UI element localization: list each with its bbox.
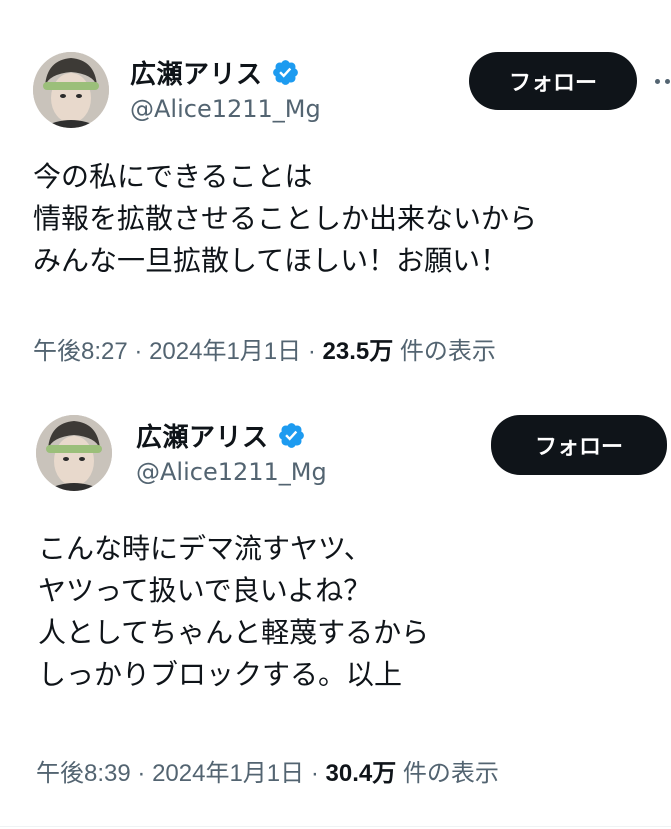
verified-badge-icon — [272, 60, 298, 85]
divider — [0, 826, 671, 827]
author-name-row[interactable]: 広瀬アリス — [130, 54, 300, 91]
tweet-1: 広瀬アリス @Alice1211_Mg フォロー 今の私にできることは 情報を拡… — [0, 0, 671, 380]
tweet-text-line: こんな時にデマ流すヤツ、 — [38, 532, 372, 565]
tweet-date[interactable]: 2024年1月1日 — [152, 760, 304, 787]
tweet-2: 広瀬アリス @Alice1211_Mg フォロー こんな時にデマ流すヤツ、 ヤツ… — [0, 400, 671, 820]
author-name-row[interactable]: 広瀬アリス — [136, 417, 306, 454]
tweet-meta: 午後8:39 · 2024年1月1日 · 30.4万 件の表示 — [36, 753, 499, 788]
author-avatar[interactable] — [36, 415, 112, 491]
tweet-text: 今の私にできることは 情報を拡散させることしか出来ないから みんな一旦拡散してほ… — [33, 156, 537, 282]
author-handle[interactable]: @Alice1211_Mg — [130, 95, 321, 123]
more-options-icon[interactable] — [655, 79, 671, 84]
verified-badge-icon — [278, 423, 304, 448]
view-count[interactable]: 23.5万 — [323, 338, 394, 365]
tweet-text-line: しっかりブロックする。以上 — [38, 658, 403, 691]
meta-separator: · — [307, 338, 316, 365]
view-count-label: 件の表示 — [402, 760, 499, 787]
author-name[interactable]: 広瀬アリス — [130, 54, 263, 91]
view-count[interactable]: 30.4万 — [326, 760, 397, 787]
tweet-text-line: 今の私にできることは — [33, 160, 313, 193]
tweet-text-line: ヤツって扱いで良いよね？ — [38, 574, 372, 607]
tweet-time[interactable]: 午後8:27 — [33, 338, 128, 365]
tweet-text-line: 情報を拡散させることしか出来ないから — [33, 202, 538, 235]
tweet-text-line: 人としてちゃんと軽蔑するから — [38, 616, 430, 649]
tweet-time[interactable]: 午後8:39 — [36, 760, 131, 787]
author-handle[interactable]: @Alice1211_Mg — [136, 458, 327, 486]
author-avatar[interactable] — [33, 52, 109, 128]
tweet-text: こんな時にデマ流すヤツ、 ヤツって扱いで良いよね？ 人としてちゃんと軽蔑するから… — [38, 528, 429, 696]
tweet-date[interactable]: 2024年1月1日 — [149, 338, 301, 365]
view-count-label: 件の表示 — [399, 338, 496, 365]
tweet-meta: 午後8:27 · 2024年1月1日 · 23.5万 件の表示 — [33, 331, 496, 366]
follow-button[interactable]: フォロー — [491, 415, 667, 475]
tweet-text-line: みんな一旦拡散してほしい！お願い！ — [33, 244, 509, 277]
meta-separator: · — [310, 760, 319, 787]
meta-separator: · — [137, 760, 146, 787]
meta-separator: · — [134, 338, 143, 365]
follow-button[interactable]: フォロー — [469, 52, 637, 110]
author-name[interactable]: 広瀬アリス — [136, 417, 269, 454]
